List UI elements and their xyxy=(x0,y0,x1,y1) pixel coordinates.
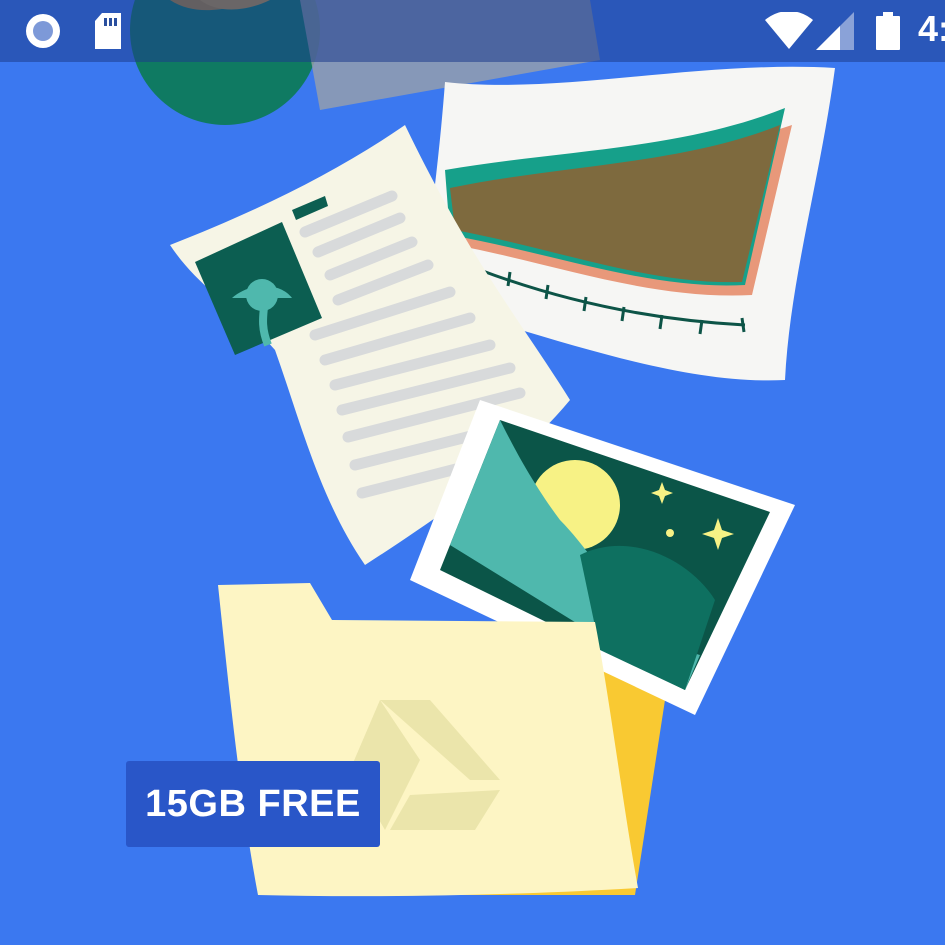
status-bar: 4: xyxy=(0,0,945,62)
wifi-icon xyxy=(765,12,813,49)
signal-icon xyxy=(816,12,854,50)
folder-front xyxy=(218,583,638,897)
storage-badge: 15GB FREE xyxy=(126,761,380,847)
battery-icon xyxy=(876,12,900,50)
storage-badge-label: 15GB FREE xyxy=(145,782,361,825)
record-icon xyxy=(26,14,60,48)
status-time: 4: xyxy=(918,8,945,49)
sd-card-icon xyxy=(95,13,121,49)
